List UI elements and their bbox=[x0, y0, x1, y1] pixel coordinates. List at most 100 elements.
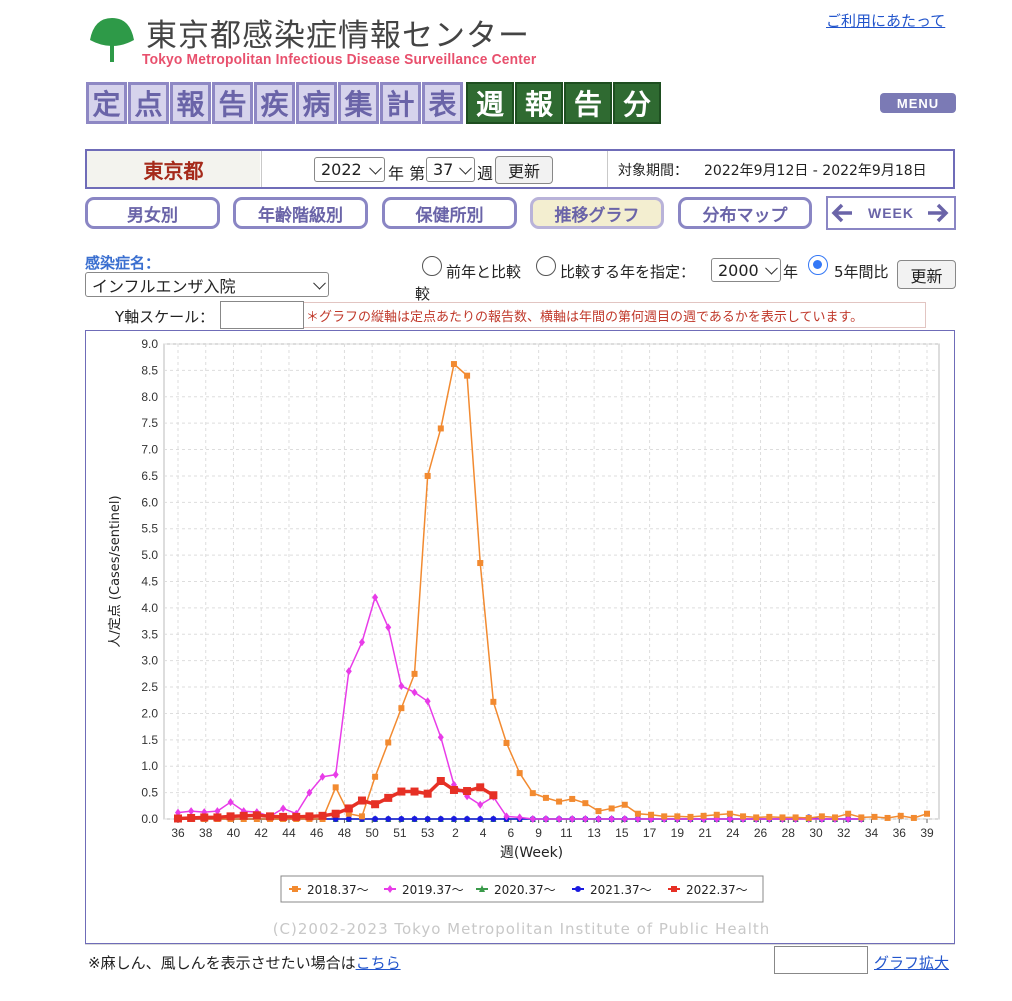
legend-label: 2022.37～ bbox=[686, 883, 748, 897]
y-tick-label: 1.5 bbox=[141, 733, 158, 747]
radio-prev-year-label: 前年と比較 bbox=[446, 263, 522, 281]
year-select[interactable]: 2022 bbox=[314, 157, 385, 182]
data-point bbox=[436, 777, 445, 785]
data-point bbox=[910, 814, 917, 821]
y-scale-label: Y軸スケール： bbox=[115, 308, 215, 326]
x-tick-label: 4 bbox=[480, 826, 487, 840]
x-tick-label: 2 bbox=[452, 826, 459, 840]
data-point bbox=[344, 804, 353, 813]
x-tick-label: 44 bbox=[282, 826, 296, 840]
y-tick-label: 5.0 bbox=[141, 548, 158, 562]
data-point bbox=[726, 810, 733, 817]
data-point bbox=[490, 698, 497, 705]
data-point bbox=[858, 814, 865, 821]
year-suffix: 年 第 bbox=[388, 164, 426, 183]
terms-link[interactable]: ご利用にあたって bbox=[826, 10, 945, 31]
data-point bbox=[384, 793, 393, 802]
legend-label: 2020.37～ bbox=[494, 883, 556, 897]
data-point bbox=[398, 816, 405, 822]
data-point bbox=[529, 790, 536, 797]
y-scale-input[interactable] bbox=[220, 301, 304, 329]
footer-link[interactable]: こちら bbox=[356, 954, 401, 972]
data-point bbox=[700, 812, 707, 819]
data-point bbox=[449, 785, 458, 794]
disease-label: 感染症名： bbox=[85, 254, 161, 272]
tab-trend-graph[interactable]: 推移グラフ bbox=[530, 197, 664, 229]
data-point bbox=[331, 809, 340, 818]
compare-update-button[interactable]: 更新 bbox=[897, 260, 956, 289]
y-tick-label: 8.5 bbox=[141, 363, 158, 377]
legend-swatch bbox=[292, 886, 298, 892]
data-point bbox=[385, 816, 392, 822]
compare-year-suffix: 年 bbox=[783, 263, 799, 281]
compare-year-select[interactable]: 2000 bbox=[711, 258, 781, 282]
y-tick-label: 4.5 bbox=[141, 575, 158, 589]
tab-by-sex[interactable]: 男女別 bbox=[85, 197, 220, 229]
data-point bbox=[239, 811, 248, 820]
title-tile: 計 bbox=[380, 82, 421, 124]
footer-divider bbox=[85, 944, 955, 945]
week-label: WEEK bbox=[868, 205, 914, 221]
week-select[interactable]: 37 bbox=[426, 157, 475, 182]
data-point bbox=[279, 812, 288, 821]
arrow-right-icon[interactable] bbox=[922, 198, 952, 228]
title-tile: 告 bbox=[212, 82, 253, 124]
footer-note: ※麻しん、風しんを表示させたい場合は bbox=[88, 954, 356, 972]
data-point bbox=[503, 740, 510, 746]
x-axis-title: 週(Week) bbox=[500, 845, 563, 861]
update-button[interactable]: 更新 bbox=[495, 156, 553, 184]
data-point bbox=[437, 816, 444, 822]
tab-by-health-center[interactable]: 保健所別 bbox=[382, 197, 517, 229]
radio-specify-year-label: 比較する年を指定： bbox=[560, 263, 696, 281]
disease-select[interactable]: インフルエンザ入院 bbox=[85, 272, 329, 297]
data-point bbox=[305, 812, 314, 821]
data-point bbox=[753, 814, 760, 821]
y-tick-label: 5.5 bbox=[141, 522, 158, 536]
data-point bbox=[897, 812, 904, 819]
data-point bbox=[648, 811, 655, 818]
data-point bbox=[463, 787, 472, 796]
x-tick-label: 53 bbox=[421, 826, 435, 840]
radio-prev-year[interactable] bbox=[422, 256, 442, 276]
menu-button[interactable]: MENU bbox=[880, 93, 956, 113]
data-point bbox=[345, 816, 352, 822]
legend-label: 2019.37～ bbox=[402, 883, 464, 897]
data-point bbox=[818, 813, 825, 820]
zoom-input[interactable] bbox=[774, 946, 868, 974]
data-point bbox=[358, 813, 365, 820]
data-point bbox=[845, 810, 852, 817]
x-tick-label: 46 bbox=[310, 826, 324, 840]
x-tick-label: 11 bbox=[560, 826, 573, 840]
radio-specify-year[interactable] bbox=[536, 256, 556, 276]
x-tick-label: 40 bbox=[227, 826, 241, 840]
data-point bbox=[411, 816, 418, 822]
x-tick-label: 15 bbox=[615, 826, 629, 840]
y-tick-label: 9.0 bbox=[141, 337, 158, 351]
period-value: 2022年9月12日 - 2022年9月18日 bbox=[704, 163, 927, 179]
title-tile: 表 bbox=[422, 82, 463, 124]
x-tick-label: 17 bbox=[643, 826, 657, 840]
y-tick-label: 6.5 bbox=[141, 469, 158, 483]
x-tick-label: 21 bbox=[698, 826, 712, 840]
y-tick-label: 3.5 bbox=[141, 627, 158, 641]
data-point bbox=[582, 800, 589, 807]
year-select-value: 2022 bbox=[321, 160, 362, 179]
tab-distribution-map[interactable]: 分布マップ bbox=[678, 197, 812, 229]
data-point bbox=[450, 361, 457, 368]
tab-by-age-group[interactable]: 年齢階級別 bbox=[233, 197, 368, 229]
data-point bbox=[687, 813, 694, 820]
data-point bbox=[423, 789, 432, 798]
data-point bbox=[226, 812, 235, 821]
data-point bbox=[424, 816, 431, 822]
y-tick-label: 4.0 bbox=[141, 601, 158, 615]
data-point bbox=[674, 813, 681, 820]
y-tick-label: 8.0 bbox=[141, 390, 158, 404]
data-point bbox=[713, 811, 720, 818]
divider bbox=[607, 151, 608, 187]
arrow-left-icon[interactable] bbox=[828, 198, 858, 228]
legend-swatch bbox=[671, 886, 677, 892]
data-point bbox=[174, 814, 182, 823]
data-point bbox=[187, 813, 196, 822]
radio-five-year[interactable] bbox=[808, 255, 828, 275]
graph-zoom-link[interactable]: グラフ拡大 bbox=[874, 952, 949, 973]
